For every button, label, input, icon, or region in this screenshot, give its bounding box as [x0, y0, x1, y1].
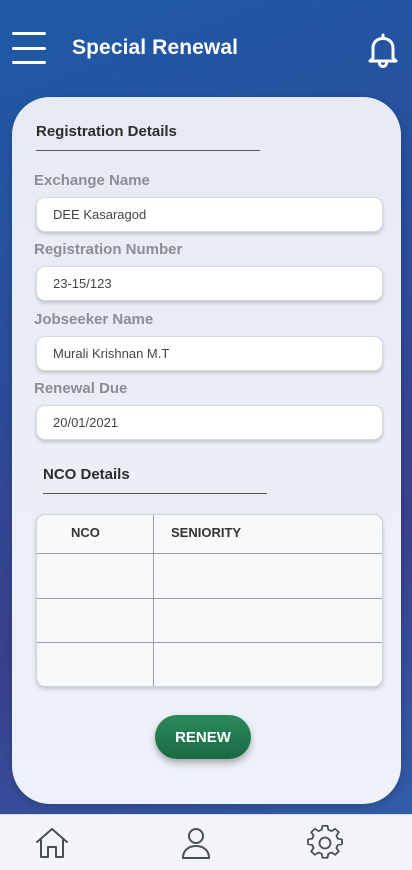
jobseeker-name-field[interactable]: Murali Krishnan M.T	[36, 336, 383, 371]
renewal-due-field[interactable]: 20/01/2021	[36, 405, 383, 440]
nco-details-title: NCO Details	[43, 466, 130, 483]
renewal-card: Registration Details Exchange Name DEE K…	[12, 97, 401, 804]
section-divider	[43, 493, 267, 494]
column-divider	[153, 515, 154, 686]
renew-button[interactable]: RENEW	[155, 715, 251, 759]
app-header: Special Renewal	[0, 0, 412, 96]
section-divider	[36, 150, 260, 151]
home-icon[interactable]	[34, 825, 70, 861]
table-row	[37, 599, 382, 643]
jobseeker-name-label: Jobseeker Name	[34, 311, 154, 328]
table-row	[37, 643, 382, 686]
exchange-name-field[interactable]: DEE Kasaragod	[36, 197, 383, 232]
registration-number-field[interactable]: 23-15/123	[36, 266, 383, 301]
user-icon[interactable]	[178, 825, 214, 861]
renewal-due-label: Renewal Due	[34, 380, 128, 397]
page-title: Special Renewal	[72, 36, 239, 59]
nco-table: NCO SENIORITY	[36, 514, 383, 687]
settings-gear-icon[interactable]	[307, 824, 343, 861]
column-header-nco: NCO	[71, 525, 100, 540]
table-header-row: NCO SENIORITY	[37, 515, 382, 553]
column-header-seniority: SENIORITY	[171, 525, 242, 540]
registration-number-label: Registration Number	[34, 241, 183, 258]
bottom-nav	[0, 814, 412, 870]
registration-details-title: Registration Details	[36, 123, 177, 140]
table-row	[37, 554, 382, 598]
hamburger-menu-icon[interactable]	[12, 32, 46, 64]
bell-icon[interactable]	[364, 31, 402, 69]
exchange-name-label: Exchange Name	[34, 172, 150, 189]
